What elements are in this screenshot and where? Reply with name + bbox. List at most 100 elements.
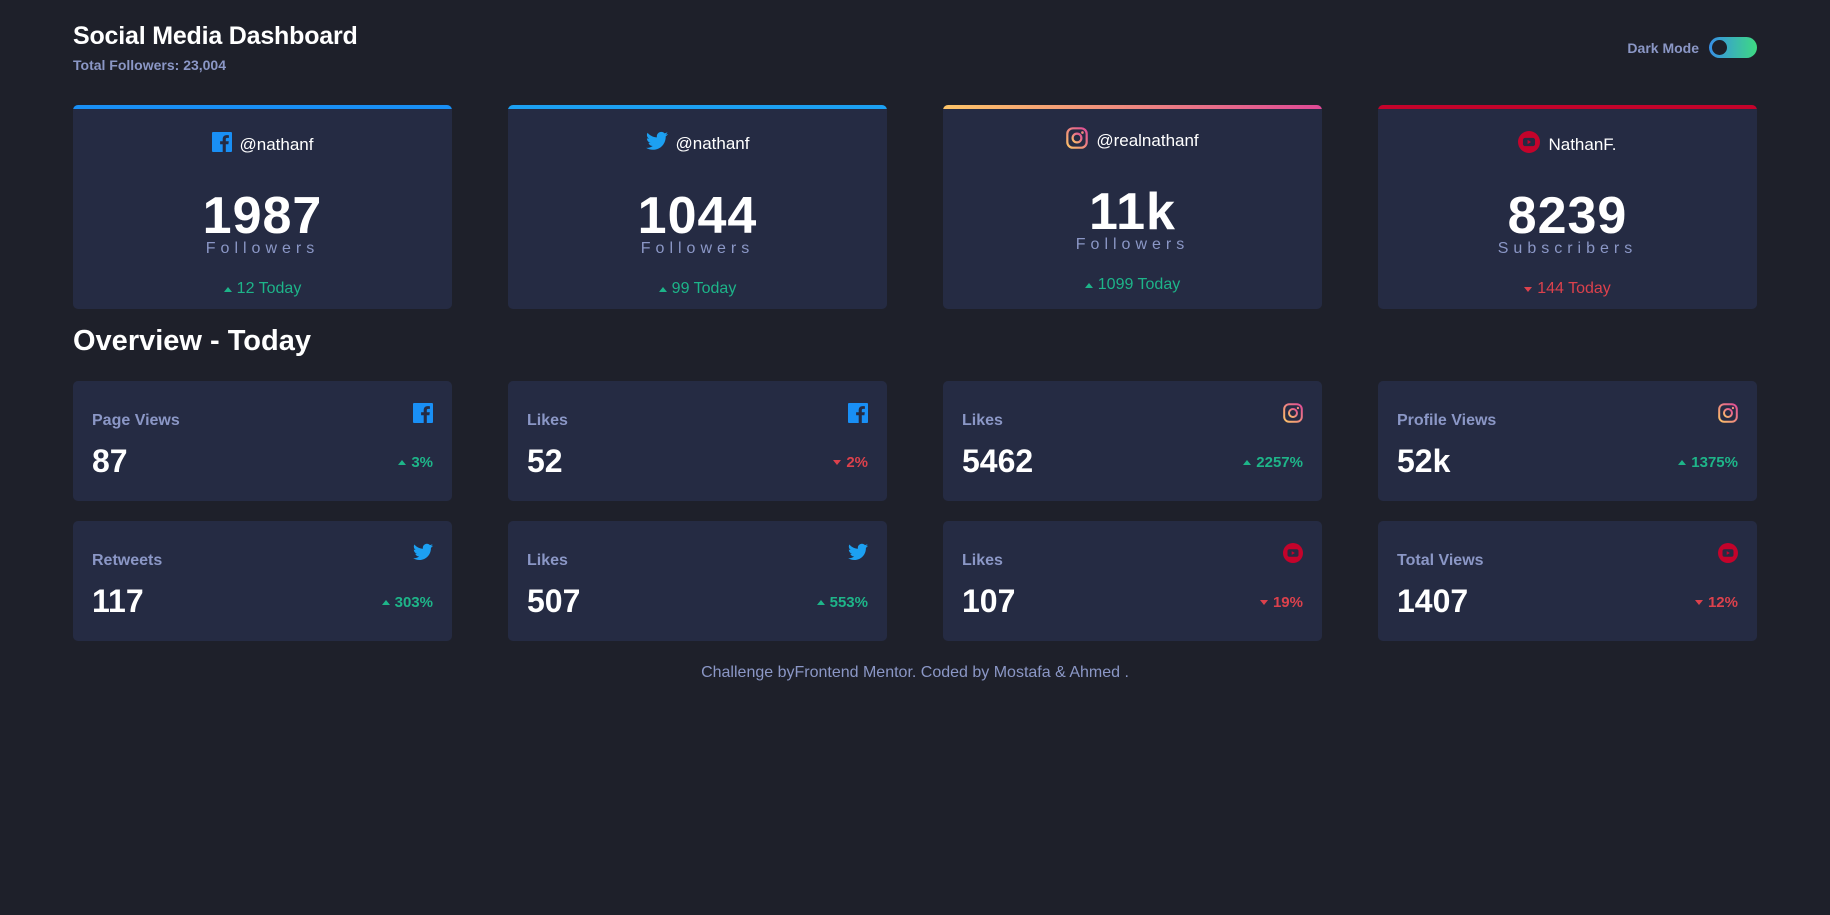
instagram-icon — [1718, 403, 1738, 423]
overview-value: 87 — [92, 443, 128, 479]
overview-card[interactable]: Likes 507 553% — [508, 521, 887, 641]
card-handle: @nathanf — [73, 131, 452, 158]
overview-change: 553% — [816, 594, 868, 611]
card-accent-bar — [1378, 105, 1757, 109]
overview-change: 19% — [1259, 594, 1303, 611]
arrow-down-icon — [1524, 286, 1533, 292]
arrow-up-icon — [381, 600, 390, 605]
overview-value: 1407 — [1397, 583, 1469, 619]
dark-mode-toggle[interactable] — [1709, 37, 1757, 58]
overview-change-text: 19% — [1272, 594, 1303, 611]
overview-change-text: 2% — [846, 454, 868, 471]
instagram-icon — [1283, 403, 1303, 423]
header: Social Media Dashboard Total Followers: … — [73, 22, 358, 73]
overview-change: 1375% — [1678, 454, 1738, 471]
today-change: 144 Today — [1378, 280, 1757, 298]
arrow-down-icon — [833, 460, 842, 465]
handle-text: NathanF. — [1548, 134, 1617, 154]
follower-card-facebook[interactable]: @nathanf 1987 Followers 12 Today — [73, 105, 452, 309]
facebook-icon — [848, 403, 868, 423]
overview-label: Total Views — [1397, 552, 1484, 569]
follower-card-youtube[interactable]: NathanF. 8239 Subscribers 144 Today — [1378, 105, 1757, 309]
overview-label: Page Views — [92, 412, 180, 429]
overview-card[interactable]: Likes 107 19% — [943, 521, 1322, 641]
arrow-down-icon — [1694, 600, 1703, 605]
twitter-icon — [645, 131, 668, 156]
today-change-text: 144 Today — [1537, 280, 1611, 297]
today-change-text: 99 Today — [671, 280, 737, 297]
overview-label: Likes — [962, 552, 1003, 569]
arrow-up-icon — [658, 286, 667, 292]
overview-label: Likes — [527, 552, 568, 569]
overview-value: 507 — [527, 583, 581, 619]
frontend-mentor-link[interactable]: Frontend Mentor — [794, 664, 911, 681]
card-handle: NathanF. — [1378, 131, 1757, 158]
follower-count: 1987 — [202, 187, 323, 245]
overview-change: 303% — [381, 594, 433, 611]
overview-change: 2257% — [1243, 454, 1303, 471]
page-title: Social Media Dashboard — [73, 22, 358, 50]
today-change-text: 12 Today — [236, 280, 302, 297]
overview-card[interactable]: Page Views 87 3% — [73, 381, 452, 501]
dashboard-page: Social Media Dashboard Total Followers: … — [0, 0, 1830, 915]
handle-text: @realnathanf — [1096, 130, 1199, 150]
arrow-up-icon — [1243, 460, 1252, 465]
overview-change: 3% — [398, 454, 433, 471]
overview-change-text: 12% — [1707, 594, 1738, 611]
today-change: 99 Today — [508, 280, 887, 298]
dark-mode-toggle-group: Dark Mode — [1627, 37, 1757, 58]
today-change: 12 Today — [73, 280, 452, 298]
overview-value: 107 — [962, 583, 1016, 619]
card-handle: @nathanf — [508, 131, 887, 156]
overview-change: 12% — [1694, 594, 1738, 611]
subscriber-count: 8239 — [1507, 187, 1628, 245]
overview-value: 117 — [92, 583, 144, 619]
twitter-icon — [413, 543, 433, 563]
overview-card[interactable]: Retweets 117 303% — [73, 521, 452, 641]
overview-card[interactable]: Profile Views 52k 1375% — [1378, 381, 1757, 501]
overview-change-text: 553% — [829, 594, 868, 611]
arrow-up-icon — [398, 460, 407, 465]
card-accent-bar — [508, 105, 887, 109]
arrow-up-icon — [1084, 282, 1093, 288]
today-change: 1099 Today — [943, 276, 1322, 294]
instagram-icon — [1066, 127, 1089, 154]
youtube-icon — [1718, 543, 1738, 563]
subscriber-unit: Subscribers — [1497, 240, 1638, 257]
overview-change-text: 1375% — [1691, 454, 1738, 471]
overview-change-text: 3% — [411, 454, 433, 471]
follower-unit: Followers — [205, 240, 320, 257]
follower-unit: Followers — [640, 240, 755, 257]
dark-mode-label: Dark Mode — [1627, 39, 1699, 56]
facebook-icon — [413, 403, 433, 423]
overview-title: Overview - Today — [73, 325, 311, 357]
today-change-text: 1099 Today — [1097, 276, 1181, 293]
footer-prefix: Challenge by — [701, 664, 795, 681]
footer: Challenge byFrontend Mentor. Coded by Mo… — [0, 664, 1830, 682]
arrow-up-icon — [816, 600, 825, 605]
overview-value: 52 — [527, 443, 563, 479]
arrow-up-icon — [223, 286, 232, 292]
overview-card[interactable]: Likes 52 2% — [508, 381, 887, 501]
handle-text: @nathanf — [239, 134, 314, 154]
follower-card-twitter[interactable]: @nathanf 1044 Followers 99 Today — [508, 105, 887, 309]
youtube-icon — [1518, 131, 1541, 158]
handle-text: @nathanf — [675, 133, 750, 153]
overview-value: 5462 — [962, 443, 1034, 479]
overview-change: 2% — [833, 454, 868, 471]
facebook-icon — [211, 131, 232, 158]
author-link[interactable]: Mostafa & Ahmed — [994, 664, 1120, 681]
arrow-up-icon — [1678, 460, 1687, 465]
follower-count: 11k — [1089, 183, 1176, 241]
overview-label: Likes — [962, 412, 1003, 429]
twitter-icon — [848, 543, 868, 563]
footer-suffix: . — [1120, 664, 1129, 681]
follower-card-instagram[interactable]: @realnathanf 11k Followers 1099 Today — [943, 105, 1322, 309]
overview-label: Retweets — [92, 552, 163, 569]
footer-middle: . Coded by — [911, 664, 994, 681]
overview-card[interactable]: Likes 5462 2257% — [943, 381, 1322, 501]
card-accent-bar — [73, 105, 452, 109]
card-accent-bar — [943, 105, 1322, 109]
card-handle: @realnathanf — [943, 127, 1322, 154]
overview-card[interactable]: Total Views 1407 12% — [1378, 521, 1757, 641]
